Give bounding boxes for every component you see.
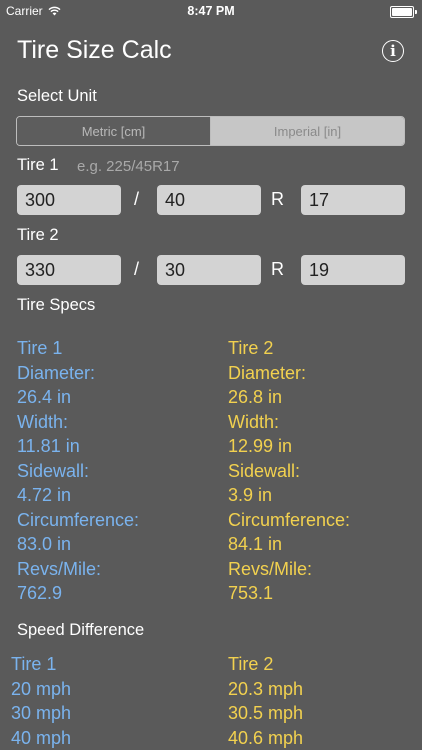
tire1-revs-label: Revs/Mile: (17, 558, 102, 579)
tire2-width-label: Width: (228, 411, 280, 432)
tire1-aspect-input[interactable]: 40 (157, 185, 261, 215)
tire2-sidewall-label: Sidewall: (228, 460, 301, 481)
tire1-diameter-value: 26.4 in (17, 387, 72, 407)
tire1-speed-column: Tire 1 20 mph 30 mph 40 mph (11, 652, 71, 750)
tire-specs-label: Tire Specs (17, 296, 96, 314)
tire2-sidewall-value: 3.9 in (228, 485, 273, 505)
tire1-speed-row: 40 mph (11, 727, 72, 748)
tire2-speed-row: 20.3 mph (228, 678, 304, 699)
tire2-label: Tire 2 (17, 226, 59, 244)
tire2-circumference-value: 84.1 in (228, 534, 283, 554)
tire2-width-value: 12.99 in (228, 436, 293, 456)
tire1-circumference-label: Circumference: (17, 509, 140, 530)
tire1-specs-header: Tire 1 (17, 338, 63, 358)
tire2-specs: Tire 2 Diameter: 26.8 in Width: 12.99 in… (228, 336, 350, 606)
tire2-speed-row: 40.6 mph (228, 727, 304, 748)
tire2-rim-input[interactable]: 19 (301, 255, 405, 285)
tire1-speed-row: 30 mph (11, 703, 72, 723)
status-bar: Carrier 8:47 PM (0, 0, 422, 22)
segment-imperial[interactable]: Imperial [in] (211, 117, 404, 145)
speed-difference-label: Speed Difference (17, 621, 145, 639)
tire1-diameter-label: Diameter: (17, 362, 96, 383)
tire1-sidewall-label: Sidewall: (17, 460, 90, 481)
tire1-circumference-value: 83.0 in (17, 534, 72, 554)
info-icon[interactable]: i (382, 40, 404, 62)
tire2-r-label: R (271, 259, 284, 279)
tire1-speed-header: Tire 1 (11, 654, 57, 674)
select-unit-label: Select Unit (17, 87, 97, 105)
tire2-speed-column: Tire 2 20.3 mph 30.5 mph 40.6 mph (228, 652, 303, 750)
status-time: 8:47 PM (187, 4, 235, 18)
unit-segmented-control: Metric [cm] Imperial [in] (16, 116, 405, 146)
tire2-diameter-value: 26.8 in (228, 387, 283, 407)
tire-format-hint: e.g. 225/45R17 (77, 158, 180, 175)
tire2-width-input[interactable]: 330 (17, 255, 121, 285)
tire2-revs-label: Revs/Mile: (228, 558, 313, 579)
tire2-diameter-label: Diameter: (228, 362, 307, 383)
tire1-label: Tire 1 (17, 156, 59, 174)
tire2-circumference-label: Circumference: (228, 509, 351, 530)
app-title: Tire Size Calc (17, 36, 172, 64)
tire2-aspect-input[interactable]: 30 (157, 255, 261, 285)
tire2-speed-row: 30.5 mph (228, 703, 304, 723)
tire1-r-label: R (271, 189, 284, 209)
tire1-specs: Tire 1 Diameter: 26.4 in Width: 11.81 in… (17, 336, 139, 606)
tire2-specs-header: Tire 2 (228, 338, 274, 358)
tire1-rim-input[interactable]: 17 (301, 185, 405, 215)
tire1-speed-row: 20 mph (11, 678, 72, 699)
tire2-speed-header: Tire 2 (228, 654, 274, 674)
battery-icon (390, 6, 417, 18)
tire1-sidewall-value: 4.72 in (17, 485, 72, 505)
tire1-width-input[interactable]: 300 (17, 185, 121, 215)
segment-metric[interactable]: Metric [cm] (17, 117, 211, 145)
tire1-width-value: 11.81 in (17, 436, 80, 456)
tire2-revs-value: 753.1 (228, 583, 274, 603)
tire1-revs-value: 762.9 (17, 583, 63, 603)
tire2-slash: / (134, 259, 140, 279)
tire1-width-label: Width: (17, 411, 69, 432)
tire1-slash: / (134, 189, 140, 209)
